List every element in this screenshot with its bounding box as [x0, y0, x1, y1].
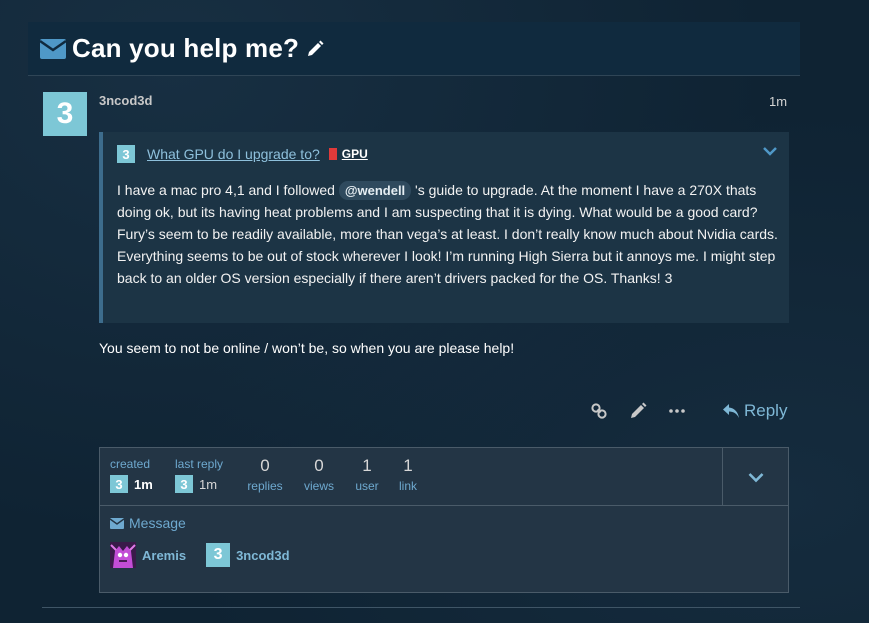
stat-number: 0 [260, 456, 270, 475]
category-badge[interactable]: GPU [342, 147, 368, 161]
created-label: created [110, 457, 151, 471]
reply-arrow-icon [723, 404, 739, 418]
participant[interactable]: Aremis [110, 542, 186, 568]
topic-title-bar: Can you help me? [28, 22, 800, 76]
participant[interactable]: 3 3ncod3d [206, 543, 290, 567]
quote-author-avatar[interactable]: 3 [117, 145, 135, 163]
message-type-row: Message [110, 515, 310, 531]
stat-replies: 0 replies [246, 456, 284, 493]
post-body: You seem to not be online / won’t be, so… [99, 340, 515, 356]
stat-label: views [303, 479, 334, 493]
reply-label: Reply [744, 401, 788, 420]
user-mention[interactable]: @wendell [338, 181, 412, 200]
envelope-icon [40, 38, 66, 59]
participant-name: 3ncod3d [236, 547, 290, 563]
chevron-down-icon [748, 472, 763, 482]
stat-label: link [398, 479, 417, 493]
last-reply-label: last reply [175, 457, 224, 471]
divider [42, 607, 800, 608]
topic-title: Can you help me? [72, 33, 300, 63]
reply-button[interactable]: Reply [722, 401, 787, 421]
stat-number: 1 [362, 456, 372, 475]
stat-views: 0 views [301, 456, 337, 493]
stat-users: 1 user [352, 456, 382, 493]
envelope-icon [110, 517, 124, 529]
more-options-icon[interactable] [668, 402, 686, 420]
chevron-down-icon[interactable] [763, 146, 777, 156]
post-age[interactable]: 1m [769, 94, 787, 109]
expand-topic-map-button[interactable] [722, 448, 788, 506]
quote-header: 3 What GPU do I upgrade to? GPU [117, 144, 789, 164]
post-author-avatar[interactable]: 3 [43, 92, 87, 136]
topic-map: created 3 1m last reply 3 1m 0 replies 0… [99, 447, 789, 593]
post-author-name[interactable]: 3ncod3d [99, 93, 152, 108]
last-reply-avatar[interactable]: 3 [175, 475, 193, 493]
link-icon[interactable] [590, 402, 608, 420]
last-reply-time: 1m [199, 476, 218, 492]
category-color-square [328, 148, 337, 160]
stat-number: 1 [403, 456, 413, 475]
created-avatar[interactable]: 3 [110, 475, 128, 493]
post-actions: Reply [590, 398, 787, 424]
last-reply-column: last reply 3 1m [175, 457, 223, 493]
quote-text-start: I have a mac pro 4,1 and I followed [117, 182, 339, 198]
message-label: Message [129, 515, 186, 531]
onebox-quote: 3 What GPU do I upgrade to? GPU I have a… [99, 132, 789, 323]
quoted-topic-link[interactable]: What GPU do I upgrade to? [147, 146, 320, 162]
quote-body: I have a mac pro 4,1 and I followed @wen… [117, 179, 785, 289]
edit-pencil-icon[interactable] [629, 402, 647, 420]
stat-links: 1 link [395, 456, 421, 493]
participants-section: Message Aremis 3 3ncod3d [110, 515, 310, 568]
participant-avatar: 3 [206, 543, 231, 567]
topic-map-stats: created 3 1m last reply 3 1m 0 replies 0… [100, 448, 788, 506]
stat-label: replies [247, 479, 283, 493]
created-time: 1m [134, 476, 153, 492]
participants-list: Aremis 3 3ncod3d [110, 542, 310, 568]
participant-name: Aremis [142, 547, 187, 563]
aremis-avatar-image [110, 542, 136, 568]
stat-label: user [355, 479, 379, 493]
stat-number: 0 [314, 456, 324, 475]
edit-pencil-icon[interactable] [306, 40, 324, 58]
created-column: created 3 1m [110, 457, 153, 493]
